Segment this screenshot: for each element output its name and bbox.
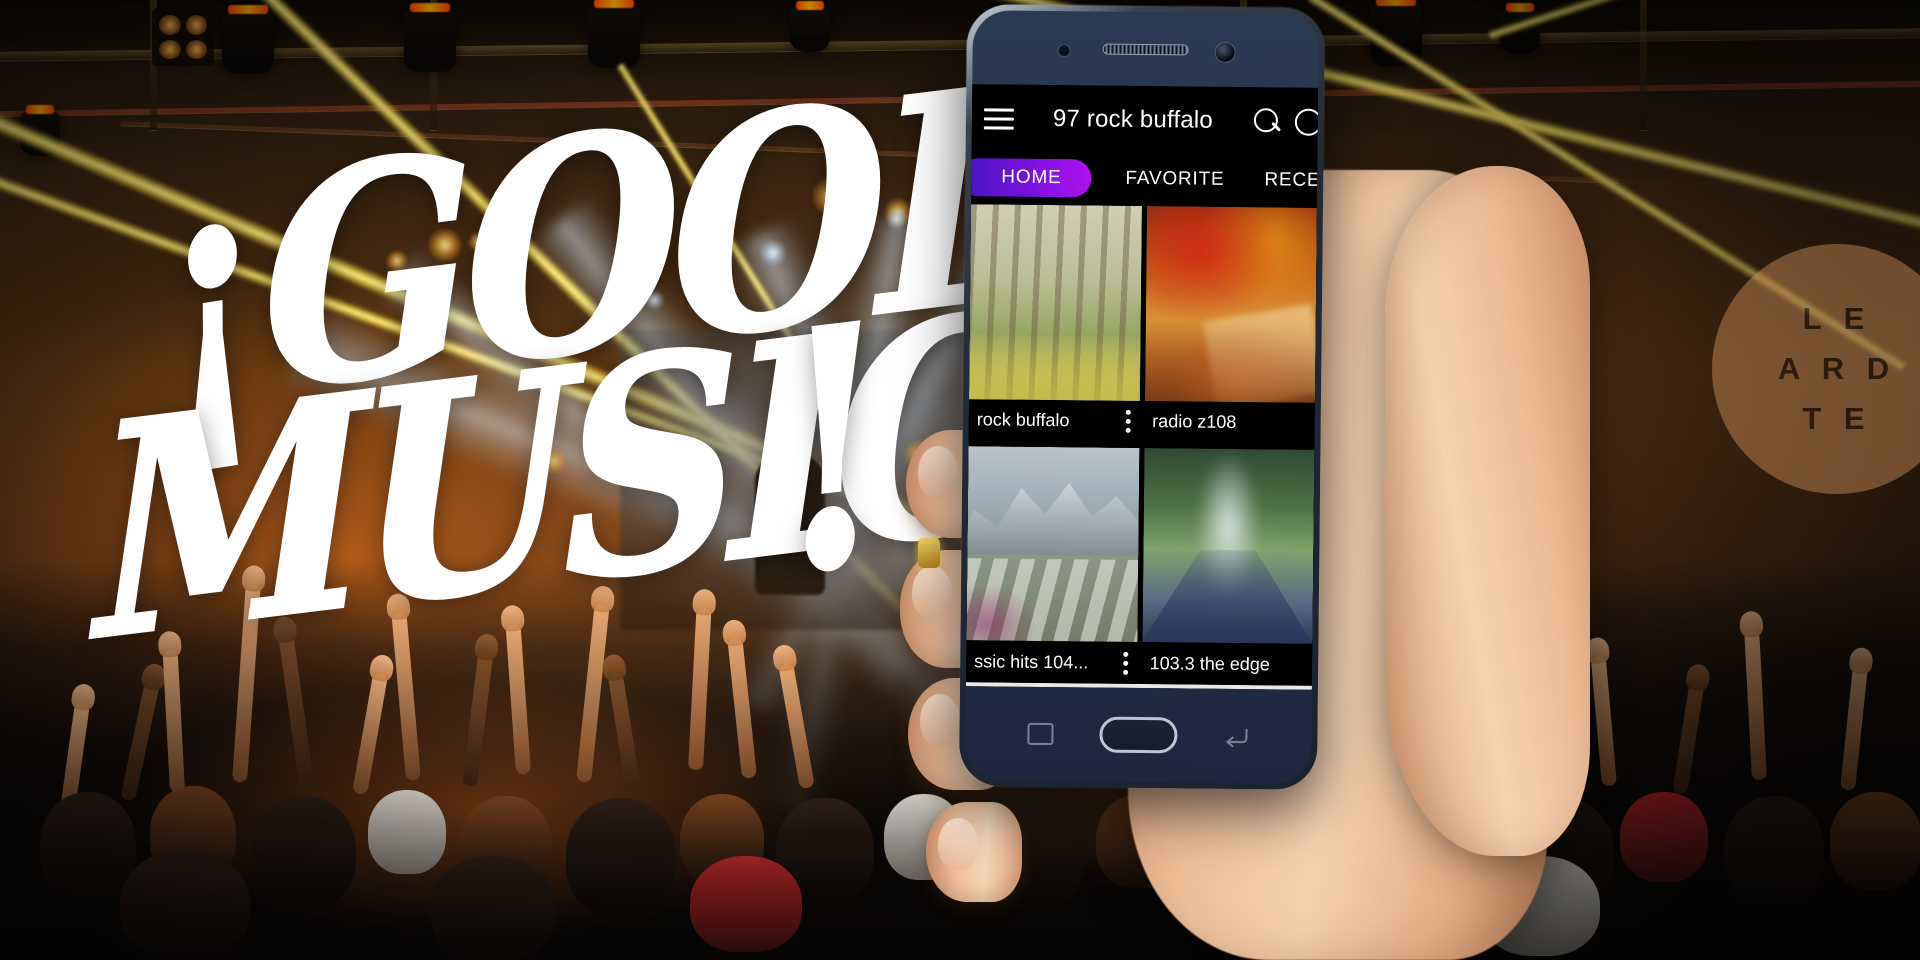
crowd-person xyxy=(1620,792,1708,882)
raised-hand xyxy=(505,623,531,775)
station-card[interactable]: rock buffalo xyxy=(968,204,1142,443)
stage-light-glow xyxy=(644,290,664,310)
stage-light-glow xyxy=(886,208,908,230)
moving-head-light xyxy=(1500,10,1540,54)
raised-hand xyxy=(1840,665,1868,791)
raised-hand xyxy=(278,634,315,792)
hamburger-menu-icon[interactable] xyxy=(983,107,1015,130)
logo-line-3: T E xyxy=(1802,401,1872,436)
more-circle-icon[interactable] xyxy=(1294,108,1319,136)
back-arrow-glyph xyxy=(1225,729,1248,748)
station-label-row: ssic hits 104... xyxy=(966,640,1137,684)
search-icon[interactable] xyxy=(1254,108,1281,135)
app-bar-actions xyxy=(1254,108,1319,136)
station-name: rock buffalo xyxy=(976,409,1070,431)
station-grid: rock buffalo radio z108 ssic hits 104...… xyxy=(966,202,1318,686)
station-label-row: 103.3 the edge xyxy=(1141,642,1313,686)
back-button-icon[interactable] xyxy=(1223,725,1249,748)
moving-head-light xyxy=(588,6,640,68)
crowd-person xyxy=(690,856,802,952)
station-artwork xyxy=(966,445,1139,642)
station-card[interactable]: radio z108 xyxy=(1144,206,1317,445)
raised-hand xyxy=(232,583,261,783)
front-camera-icon xyxy=(1215,42,1235,62)
raised-hand xyxy=(120,681,160,802)
phone-top-bezel xyxy=(972,10,1319,88)
crowd-person xyxy=(252,796,356,908)
crowd-person xyxy=(1724,796,1824,904)
raised-hand xyxy=(727,637,757,779)
raised-hand xyxy=(1520,617,1547,777)
raised-hand xyxy=(1744,629,1767,781)
side-light xyxy=(20,112,60,156)
raised-hand xyxy=(462,652,494,787)
smartphone-device: 97 rock buffalo HOME FAVORITE RECENT roc… xyxy=(958,4,1326,790)
app-bar: 97 rock buffalo xyxy=(971,84,1319,156)
crowd-person xyxy=(884,794,964,880)
phone-bottom-bezel xyxy=(965,686,1312,784)
stage-light-glow xyxy=(428,228,462,262)
crowd-person xyxy=(566,798,676,916)
logo-line-1: L E xyxy=(1802,301,1872,336)
station-artwork xyxy=(968,204,1142,401)
crowd-person xyxy=(120,850,250,960)
station-name: ssic hits 104... xyxy=(974,650,1089,672)
raised-hand xyxy=(1433,675,1463,793)
tab-bar: HOME FAVORITE RECENT xyxy=(971,152,1318,206)
earpiece-speaker-icon xyxy=(1102,43,1189,55)
station-name: 103.3 the edge xyxy=(1149,652,1270,674)
crowd-person xyxy=(1480,856,1600,956)
raised-hand xyxy=(1672,682,1705,796)
crowd-person xyxy=(40,792,136,900)
crowd-person xyxy=(1096,794,1184,888)
station-label-row: rock buffalo xyxy=(968,398,1140,443)
station-artwork xyxy=(1141,447,1315,644)
crowd-person xyxy=(980,798,1084,910)
tab-favorite[interactable]: FAVORITE xyxy=(1125,160,1224,199)
station-card[interactable]: ssic hits 104... xyxy=(966,445,1139,684)
raised-hand xyxy=(1590,655,1617,787)
raised-hand xyxy=(1390,637,1418,785)
crowd-person xyxy=(368,790,446,874)
home-button[interactable] xyxy=(1099,716,1178,754)
kebab-menu-icon[interactable] xyxy=(1122,651,1129,675)
station-name: radio z108 xyxy=(1152,411,1237,432)
recents-button-icon[interactable] xyxy=(1027,722,1054,746)
raised-hand xyxy=(576,604,610,783)
par-can-light xyxy=(152,8,214,66)
moving-head-light xyxy=(404,10,456,72)
raised-hand xyxy=(162,649,185,793)
phone-body: 97 rock buffalo HOME FAVORITE RECENT roc… xyxy=(964,10,1320,784)
raised-hand xyxy=(607,672,641,792)
crowd-person xyxy=(1200,798,1296,902)
crowd-person xyxy=(1830,792,1920,890)
crowd-person xyxy=(430,856,556,960)
stage-light-glow xyxy=(468,232,488,252)
stage-light-glow xyxy=(386,250,408,272)
moving-head-light xyxy=(222,12,274,74)
raised-hand xyxy=(778,662,815,790)
stage-light-glow xyxy=(904,440,934,470)
stage-light-glow xyxy=(540,448,566,474)
poster-canvas: L E A R D T E ¡ GOOD MUSIC ! 97 rock buf… xyxy=(0,0,1920,960)
raised-hand xyxy=(391,611,421,781)
kebab-menu-icon[interactable] xyxy=(1125,409,1131,433)
station-label-row: radio z108 xyxy=(1144,400,1315,445)
stage-light-glow xyxy=(812,178,850,216)
station-artwork xyxy=(1144,206,1317,403)
raised-hand xyxy=(352,672,389,796)
truss-vertical xyxy=(1640,0,1647,130)
tab-recent[interactable]: RECENT xyxy=(1264,161,1317,200)
tab-home[interactable]: HOME xyxy=(971,158,1092,198)
moving-head-light xyxy=(1370,4,1422,66)
raised-hand xyxy=(688,607,712,771)
phone-screen: 97 rock buffalo HOME FAVORITE RECENT roc… xyxy=(965,84,1319,690)
moving-head-light xyxy=(790,8,830,52)
logo-line-2: A R D xyxy=(1777,351,1897,386)
app-title: 97 rock buffalo xyxy=(1052,105,1214,134)
stage-light-glow xyxy=(760,240,786,266)
station-card[interactable]: 103.3 the edge xyxy=(1141,447,1315,686)
crowd-person xyxy=(1410,790,1500,886)
proximity-sensor-icon xyxy=(1058,45,1070,57)
